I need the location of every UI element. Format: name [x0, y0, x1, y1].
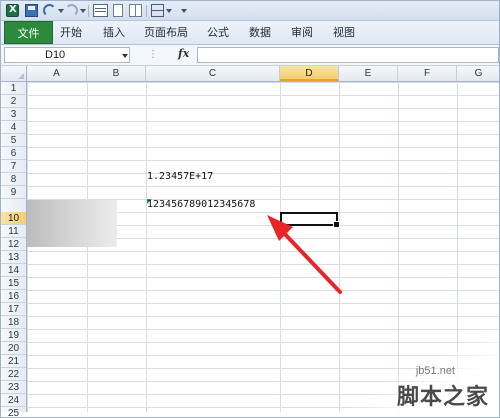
annotation-arrow-icon [267, 215, 342, 294]
site-watermark: jb51.net 脚本之家 [343, 361, 493, 411]
watermark-url: jb51.net [415, 365, 455, 377]
watermark-logo-text: 脚本之家 [396, 385, 489, 410]
excel-window: 文件 开始 插入 页面布局 公式 数据 审阅 视图 D10 ⋮ fx A B C… [0, 0, 500, 418]
